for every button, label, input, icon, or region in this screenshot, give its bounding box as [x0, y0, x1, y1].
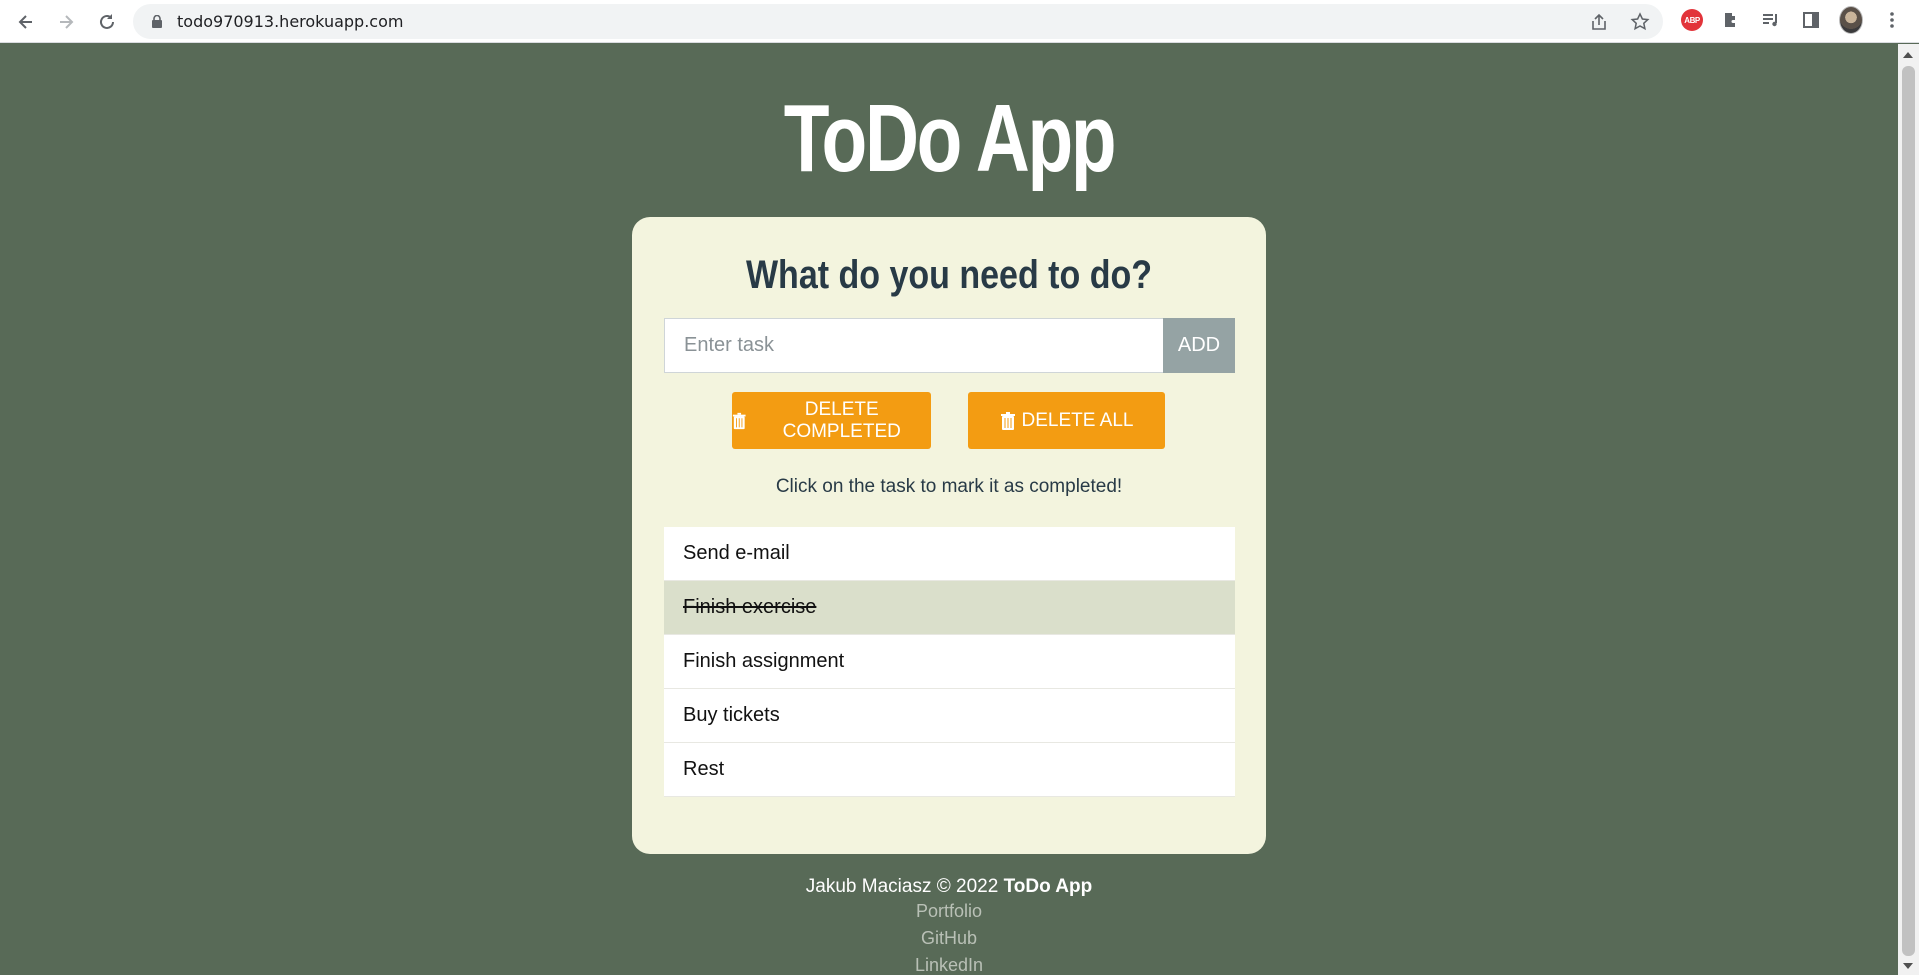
extensions-icon[interactable] — [1719, 8, 1743, 32]
share-icon[interactable] — [1589, 12, 1609, 32]
add-button[interactable]: ADD — [1163, 318, 1235, 373]
trash-icon — [732, 412, 746, 429]
menu-kebab-icon[interactable] — [1880, 8, 1904, 32]
side-panel-icon[interactable] — [1799, 8, 1823, 32]
browser-toolbar: todo970913.herokuapp.com ABP — [0, 0, 1919, 43]
address-bar[interactable]: todo970913.herokuapp.com — [133, 4, 1663, 39]
github-link[interactable]: GitHub — [0, 925, 1898, 952]
page-content: ToDo App What do you need to do? ADD DEL… — [0, 44, 1898, 975]
card-heading: What do you need to do? — [745, 253, 1153, 297]
page-scrollbar[interactable] — [1898, 44, 1919, 975]
reload-icon[interactable] — [92, 7, 122, 37]
footer-brand: ToDo App — [1003, 876, 1093, 897]
linkedin-link[interactable]: LinkedIn — [0, 952, 1898, 975]
forward-icon[interactable] — [51, 7, 81, 37]
instruction-text: Click on the task to mark it as complete… — [775, 476, 1123, 497]
scroll-up-icon[interactable] — [1903, 52, 1913, 58]
bookmark-star-icon[interactable] — [1630, 12, 1650, 32]
task-list: Send e-mail Finish exercise Finish assig… — [664, 527, 1235, 797]
task-item[interactable]: Buy tickets — [664, 689, 1235, 743]
back-icon[interactable] — [11, 7, 41, 37]
scroll-down-icon[interactable] — [1903, 963, 1913, 969]
footer: Jakub Maciasz © 2022 ToDo App Portfolio … — [0, 876, 1898, 975]
task-item-completed[interactable]: Finish exercise — [664, 581, 1235, 635]
portfolio-link[interactable]: Portfolio — [0, 898, 1898, 925]
lock-icon — [152, 15, 162, 28]
delete-completed-button[interactable]: DELETE COMPLETED — [732, 392, 931, 449]
task-item[interactable]: Send e-mail — [664, 527, 1235, 581]
url-text: todo970913.herokuapp.com — [177, 12, 404, 31]
trash-icon — [1000, 411, 1015, 430]
task-input[interactable] — [664, 318, 1163, 373]
delete-completed-label: DELETE COMPLETED — [782, 398, 901, 442]
adblock-icon[interactable]: ABP — [1680, 8, 1704, 32]
delete-all-button[interactable]: DELETE ALL — [968, 392, 1165, 449]
media-queue-icon[interactable] — [1759, 8, 1783, 32]
footer-author: Jakub Maciasz © 2022 — [805, 876, 999, 897]
task-item[interactable]: Finish assignment — [664, 635, 1235, 689]
footer-credit: Jakub Maciasz © 2022 ToDo App — [0, 876, 1898, 898]
todo-card: What do you need to do? ADD DELETE COMPL… — [632, 217, 1266, 854]
app-title: ToDo App — [783, 85, 1117, 192]
profile-avatar[interactable] — [1839, 6, 1863, 34]
delete-all-label: DELETE ALL — [1021, 409, 1134, 431]
task-item[interactable]: Rest — [664, 743, 1235, 797]
scroll-thumb[interactable] — [1902, 66, 1915, 956]
